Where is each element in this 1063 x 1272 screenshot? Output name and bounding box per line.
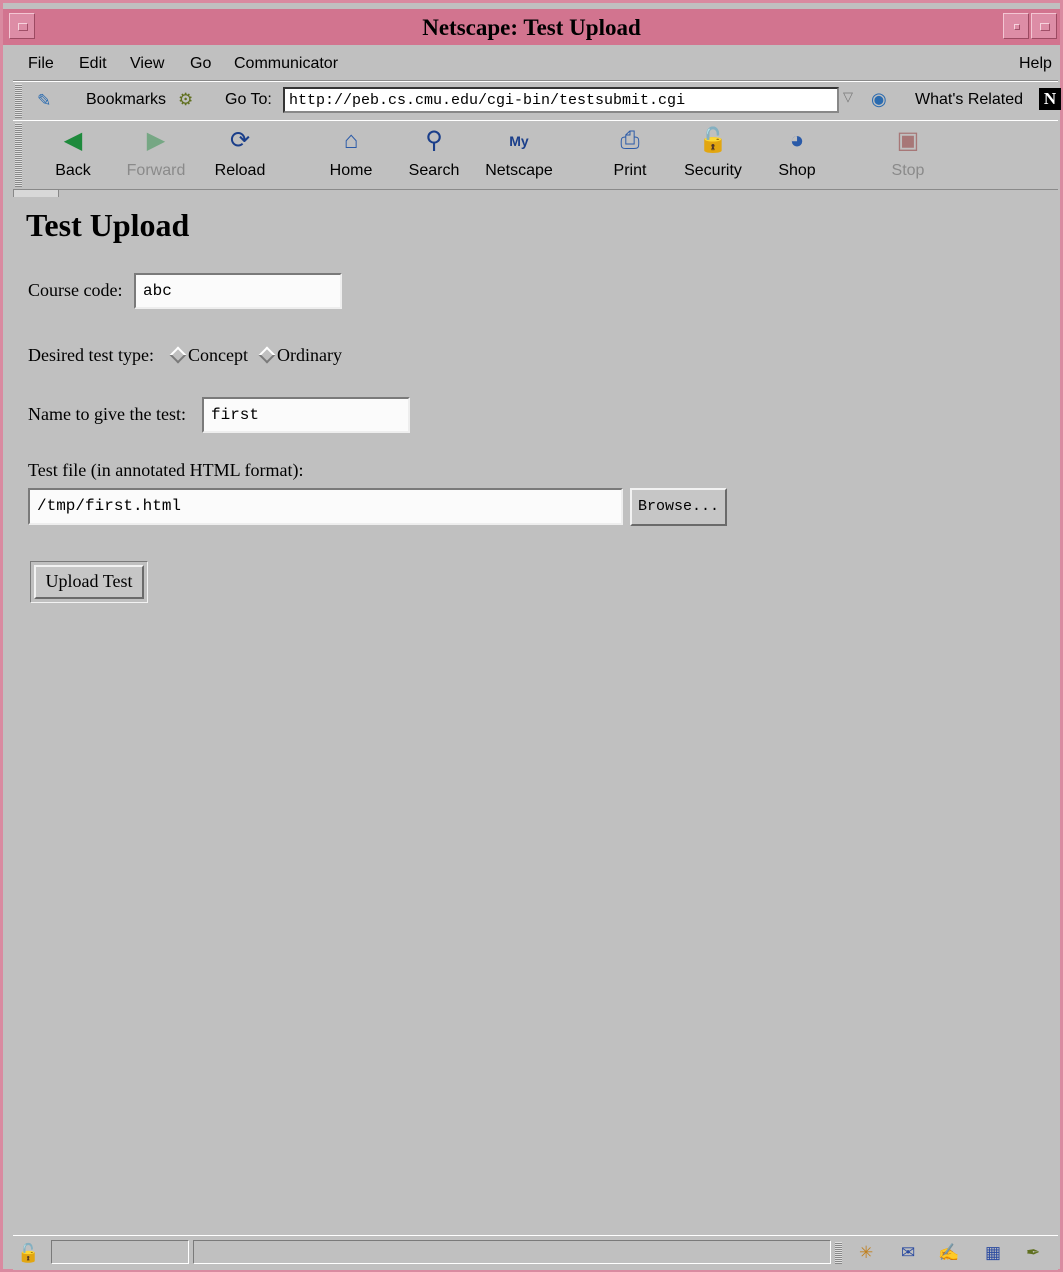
test-file-input[interactable]: /tmp/first.html [28, 488, 623, 525]
search-label: Search [408, 162, 460, 179]
security-button[interactable]: 🔓 Security [673, 121, 753, 187]
progress-pane [51, 1240, 189, 1264]
status-text-pane [193, 1240, 831, 1264]
home-label: Home [329, 162, 373, 179]
toolbar-grip[interactable] [15, 123, 22, 187]
upload-button-frame: Upload Test [30, 561, 148, 603]
menu-bar: File Edit View Go Communicator Help [13, 47, 1058, 81]
test-name-label: Name to give the test: [28, 404, 186, 424]
back-arrow-icon: ◀ [63, 127, 83, 154]
page-proxy-icon[interactable]: ⚙ [178, 90, 193, 110]
navigator-component-icon[interactable]: ✳ [859, 1243, 873, 1263]
menu-help[interactable]: Help [1019, 55, 1052, 73]
whats-related-icon[interactable]: ◉ [871, 89, 887, 110]
printer-icon: ⎙ [620, 127, 640, 154]
component-bar-grip[interactable] [835, 1242, 842, 1264]
search-button[interactable]: ⚲ Search [394, 121, 474, 187]
print-button[interactable]: ⎙ Print [590, 121, 670, 187]
menu-communicator[interactable]: Communicator [234, 55, 338, 73]
page-heading: Test Upload [26, 207, 190, 243]
upload-test-button[interactable]: Upload Test [34, 565, 144, 599]
security-label: Security [684, 162, 742, 179]
url-history-dropdown-icon[interactable]: ▽ [843, 89, 859, 111]
netscape-logo-icon[interactable]: N [1039, 88, 1061, 110]
forward-arrow-icon: ▶ [146, 127, 166, 154]
course-code-label: Course code: [28, 280, 123, 300]
edit-page-component-icon[interactable]: ✒ [1026, 1243, 1040, 1263]
forward-button[interactable]: ▶ Forward [116, 121, 196, 187]
navigation-toolbar: ◀ Back ▶ Forward ⟳ Reload ⌂ Home ⚲ Searc… [13, 120, 1058, 190]
netscape-label: Netscape [485, 162, 553, 179]
goto-label: Go To: [225, 91, 272, 108]
test-type-label: Desired test type: [28, 345, 154, 365]
concept-radio[interactable] [169, 346, 187, 364]
bookmarks-icon[interactable]: ✎ [37, 91, 51, 111]
reload-icon: ⟳ [229, 127, 251, 154]
my-netscape-icon: My [509, 133, 529, 149]
print-label: Print [613, 162, 647, 179]
menu-view[interactable]: View [130, 55, 164, 73]
forward-label: Forward [126, 162, 186, 179]
window-title: Netscape: Test Upload [422, 15, 641, 40]
page-content: Test Upload Course code: abc Desired tes… [13, 197, 1058, 1233]
title-bar[interactable]: Netscape: Test Upload [3, 9, 1060, 45]
menu-edit[interactable]: Edit [79, 55, 107, 73]
menu-file[interactable]: File [28, 55, 54, 73]
bookmarks-button[interactable]: Bookmarks [86, 91, 166, 109]
stop-button[interactable]: ▣ Stop [868, 121, 948, 187]
test-name-input[interactable]: first [202, 397, 410, 433]
stop-label: Stop [891, 162, 925, 179]
url-input[interactable]: http://peb.cs.cmu.edu/cgi-bin/testsubmit… [283, 87, 839, 113]
composer-component-icon[interactable]: ▦ [985, 1243, 1001, 1263]
discussions-component-icon[interactable]: ✍ [938, 1243, 959, 1263]
mail-component-icon[interactable]: ✉ [901, 1243, 915, 1263]
maximize-button[interactable] [1031, 13, 1057, 39]
ordinary-radio-label[interactable]: Ordinary [277, 345, 342, 366]
search-icon: ⚲ [425, 127, 443, 154]
reload-button[interactable]: ⟳ Reload [200, 121, 280, 187]
browse-button[interactable]: Browse... [630, 488, 727, 526]
whats-related-button[interactable]: What's Related [915, 91, 1023, 109]
test-file-label: Test file (in annotated HTML format): [28, 460, 304, 480]
home-button[interactable]: ⌂ Home [311, 121, 391, 187]
reload-label: Reload [214, 162, 266, 179]
padlock-icon: 🔓 [698, 127, 728, 154]
shopping-bag-icon: ◕ [789, 127, 805, 154]
stop-icon: ▣ [896, 127, 920, 154]
ordinary-radio[interactable] [258, 346, 276, 364]
concept-radio-label[interactable]: Concept [188, 345, 248, 366]
minimize-button[interactable] [1003, 13, 1029, 39]
back-label: Back [55, 162, 91, 179]
status-bar: 🔓 ✳ ✉ ✍ ▦ ✒ [13, 1235, 1058, 1270]
browser-window: Netscape: Test Upload File Edit View Go … [0, 0, 1063, 1272]
my-netscape-button[interactable]: My Netscape [479, 121, 559, 187]
course-code-input[interactable]: abc [134, 273, 342, 309]
location-toolbar: ✎ Bookmarks ⚙ Go To: http://peb.cs.cmu.e… [13, 81, 1061, 121]
shop-label: Shop [778, 162, 816, 179]
shop-button[interactable]: ◕ Shop [757, 121, 837, 187]
menu-go[interactable]: Go [190, 55, 211, 73]
toolbar-grip[interactable] [15, 84, 22, 118]
security-lock-icon[interactable]: 🔓 [17, 1242, 43, 1264]
home-icon: ⌂ [343, 127, 359, 154]
back-button[interactable]: ◀ Back [33, 121, 113, 187]
